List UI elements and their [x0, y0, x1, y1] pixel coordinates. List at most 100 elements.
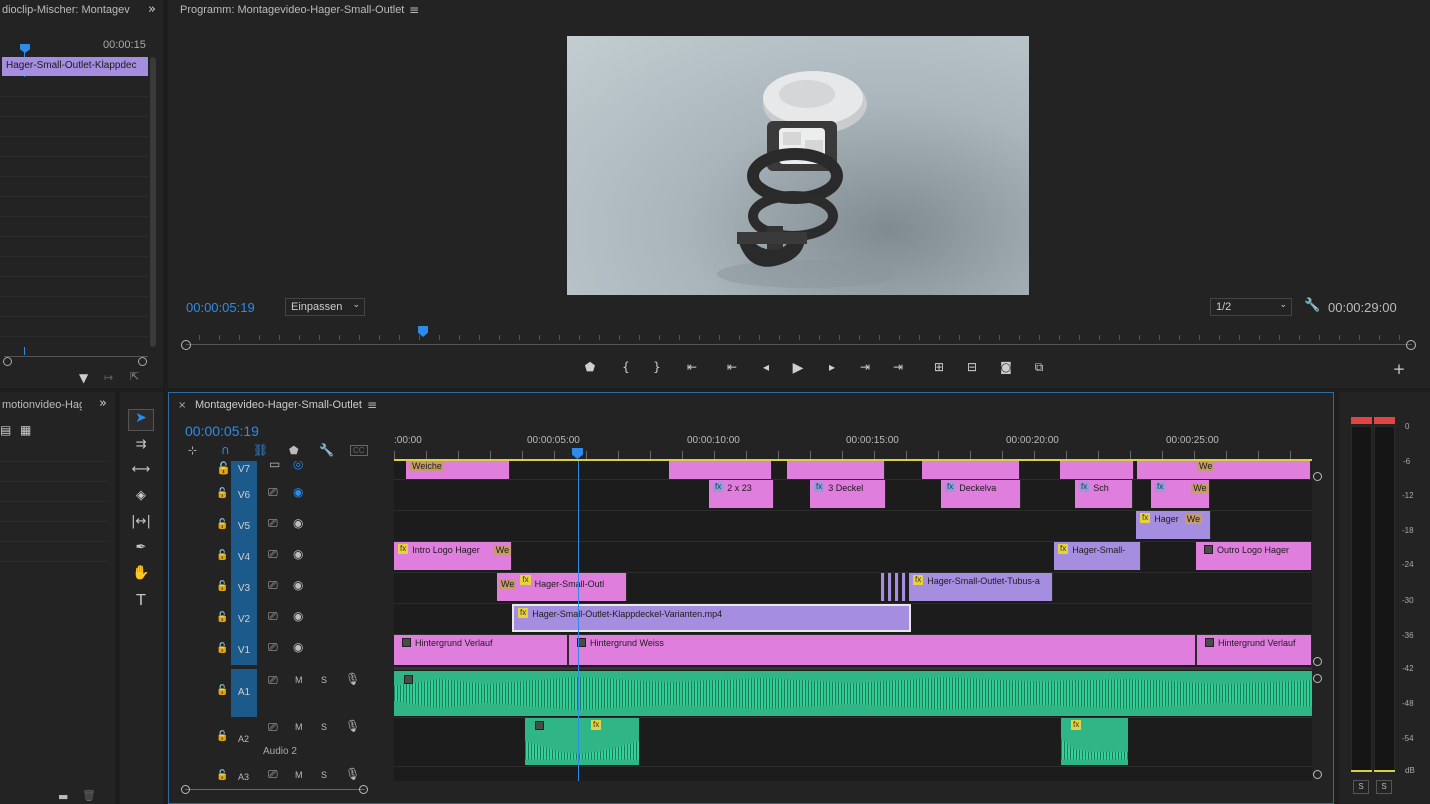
step-forward-icon[interactable]: ▸ [823, 360, 841, 376]
scroll-handle-left-icon[interactable] [3, 357, 12, 366]
eye-icon[interactable]: ◉ [293, 547, 303, 561]
linked-selection-icon[interactable]: ⛓ [253, 443, 268, 457]
go-to-in-icon[interactable]: ⇤ [683, 360, 701, 376]
panel-overflow-icon[interactable]: » [148, 2, 156, 17]
timeline-zoom-bar[interactable] [185, 789, 365, 790]
mark-out-icon[interactable]: } [648, 360, 666, 376]
timeline-clip[interactable]: Hintergrund Weiss [568, 635, 1196, 665]
sync-lock-icon[interactable]: ⎚ [268, 640, 278, 655]
go-to-out-icon[interactable]: ⇥ [889, 360, 907, 376]
mixer-clip[interactable]: Hager-Small-Outlet-Klappdec [2, 57, 148, 76]
time-ruler[interactable]: :00:00 00:00:05:00 00:00:10:00 00:00:15:… [394, 431, 1312, 461]
wrench-settings-icon[interactable]: 🔧 [1304, 298, 1320, 313]
timeline-clip[interactable]: fx We [1151, 480, 1210, 508]
step-back-edit-icon[interactable]: ⇤ [723, 360, 741, 376]
v-scroll-handle-icon[interactable] [1313, 674, 1322, 683]
sync-lock-icon[interactable]: ⎚ [268, 516, 278, 531]
ripple-edit-tool-icon[interactable]: ⟷ [130, 462, 152, 477]
comparison-view-icon[interactable]: ⧉ [1030, 360, 1048, 376]
close-icon[interactable]: × [178, 400, 186, 411]
step-back-icon[interactable]: ◂ [757, 360, 775, 376]
audio-clip-a1[interactable] [394, 671, 1312, 716]
microphone-icon[interactable]: 🎙 [345, 672, 360, 686]
slip-tool-icon[interactable]: |↔| [130, 514, 152, 529]
timeline-clip[interactable]: fx Sch [1075, 480, 1133, 508]
timeline-clip[interactable]: fx Deckelva [941, 480, 1021, 508]
eye-icon[interactable]: ◉ [293, 640, 303, 654]
timeline-clip[interactable]: fx Intro Logo Hager We [394, 542, 512, 570]
zoom-handle-right-icon[interactable] [1406, 340, 1416, 350]
lock-icon[interactable]: 🔓 [216, 643, 228, 654]
mute-button[interactable]: M [295, 675, 303, 685]
selection-tool-icon[interactable]: ➤ [128, 409, 154, 431]
mute-button[interactable]: M [295, 722, 303, 732]
sync-lock-icon[interactable]: ▭ [269, 461, 280, 471]
eye-hidden-icon[interactable]: ◎ [293, 461, 303, 471]
lock-icon[interactable]: 🔓 [216, 461, 231, 475]
step-forward-edit-icon[interactable]: ⇥ [856, 360, 874, 376]
sync-lock-icon[interactable]: ⎚ [268, 609, 278, 624]
track-select-tool-icon[interactable]: ⇉ [130, 437, 152, 452]
add-marker-icon[interactable]: ⬟ [289, 444, 299, 457]
timeline-clip[interactable] [888, 573, 892, 601]
program-scrub-ruler[interactable] [180, 326, 1414, 340]
timeline-clip[interactable] [669, 461, 772, 479]
nest-sequence-icon[interactable]: ⊹ [188, 444, 197, 457]
list-view-icon[interactable]: ▤ [0, 423, 11, 437]
timeline-clip[interactable] [902, 573, 906, 601]
track-label-v3[interactable]: V3 [231, 572, 257, 603]
timeline-clip[interactable]: We [1137, 461, 1311, 479]
v-scroll-handle-icon[interactable] [1313, 472, 1322, 481]
solo-button[interactable]: S [321, 770, 327, 780]
track-label-v7[interactable]: V7 [231, 461, 257, 479]
project-title[interactable]: motionvideo-Hag [2, 399, 82, 411]
eye-icon[interactable]: ◉ [293, 516, 303, 530]
sync-lock-icon[interactable]: ⎚ [268, 578, 278, 593]
fit-dropdown[interactable]: Einpassen ⌄ [285, 298, 365, 316]
add-marker-icon[interactable]: ⬟ [581, 360, 599, 376]
lock-icon[interactable]: 🔓 [216, 731, 228, 742]
mark-in-icon[interactable]: { [617, 360, 635, 376]
panel-menu-icon[interactable]: ≡ [409, 3, 419, 17]
timeline-clip[interactable] [922, 461, 1020, 479]
track-label-a3[interactable]: A3 [238, 772, 249, 782]
play-icon[interactable]: ▶ [789, 360, 807, 376]
lock-icon[interactable]: 🔓 [216, 770, 228, 781]
timeline-clip[interactable]: Outro Logo Hager [1196, 542, 1312, 570]
timeline-clip[interactable]: fx Hager-Small- [1054, 542, 1141, 570]
sync-lock-icon[interactable]: ⎚ [268, 720, 278, 735]
solo-button[interactable]: S [321, 675, 327, 685]
v-scroll-handle-icon[interactable] [1313, 657, 1322, 666]
timeline-clip-selected[interactable]: fx Hager-Small-Outlet-Klappdeckel-Variant… [512, 604, 911, 632]
sync-lock-icon[interactable]: ⎚ [268, 767, 278, 782]
timeline-clip[interactable] [881, 573, 885, 601]
mixer-playhead-marker[interactable] [20, 44, 30, 53]
sync-lock-icon[interactable]: ⎚ [268, 673, 278, 688]
lock-icon[interactable]: 🔓 [216, 612, 228, 623]
timeline-clip[interactable]: Weiche [406, 461, 510, 479]
program-playhead-timecode[interactable]: 00:00:05:19 [186, 300, 255, 315]
panel-overflow-icon[interactable]: » [99, 396, 107, 411]
microphone-icon[interactable]: 🎙 [345, 767, 360, 781]
track-label-v6[interactable]: V6 [231, 479, 257, 510]
lift-icon[interactable]: ⊞ [930, 360, 948, 376]
timeline-clip[interactable]: fx Hager-Small-Outlet-Tubus-a [909, 573, 1053, 601]
track-label-v2[interactable]: V2 [231, 603, 257, 634]
eye-hidden-icon[interactable]: ◉ [293, 485, 303, 499]
eye-icon[interactable]: ◉ [293, 609, 303, 623]
program-monitor-title[interactable]: Programm: Montagevideo-Hager-Small-Outle… [180, 4, 404, 16]
mixer-hscroll[interactable] [4, 356, 148, 366]
captions-icon[interactable]: CC [350, 445, 368, 456]
microphone-icon[interactable]: 🎙 [345, 719, 360, 733]
filter-icon[interactable]: ▼ [79, 371, 88, 385]
mute-button[interactable]: M [295, 770, 303, 780]
camera-export-frame-icon[interactable]: ◙ [997, 360, 1015, 376]
new-bin-icon[interactable]: ▬ [58, 790, 68, 803]
timeline-clip[interactable]: We fx Hager-Small-Outl [497, 573, 627, 601]
timeline-settings-icon[interactable]: 🔧 [319, 443, 334, 457]
timeline-clip[interactable] [895, 573, 899, 601]
snap-magnet-icon[interactable]: ∩ [221, 443, 230, 457]
resolution-dropdown[interactable]: 1/2 ⌄ [1210, 298, 1292, 316]
audio-clip-a2[interactable]: fx [1061, 718, 1128, 765]
track-label-v1[interactable]: V1 [231, 634, 257, 665]
